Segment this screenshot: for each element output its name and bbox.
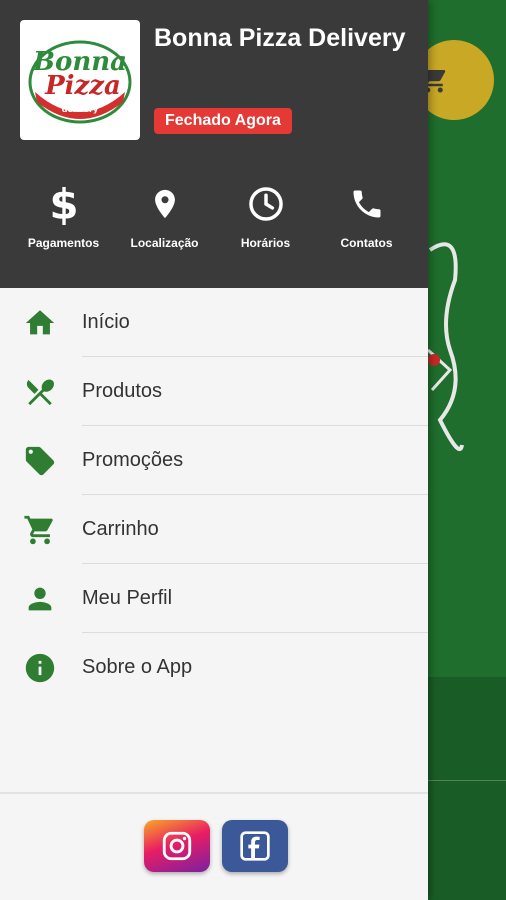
- status-badge: Fechado Agora: [154, 108, 292, 134]
- menu-item-produtos[interactable]: Produtos: [0, 357, 428, 426]
- info-icon: [22, 650, 58, 686]
- facebook-icon: [240, 831, 270, 861]
- clock-icon: [246, 180, 286, 228]
- home-icon: [22, 305, 58, 341]
- instagram-button[interactable]: [144, 820, 210, 872]
- store-logo: Bonna Pizza delivery: [20, 20, 140, 140]
- person-icon: [22, 581, 58, 617]
- quick-action-label: Pagamentos: [27, 236, 100, 250]
- background-divider: [428, 780, 506, 781]
- quick-action-horarios[interactable]: Horários: [215, 180, 316, 270]
- navigation-drawer: Bonna Pizza delivery Bonna Pizza Deliver…: [0, 0, 428, 900]
- drawer-menu: Início Produtos Promoções Carrinho Meu P…: [0, 288, 428, 702]
- menu-item-carrinho[interactable]: Carrinho: [0, 495, 428, 564]
- quick-action-label: Contatos: [340, 236, 393, 250]
- instagram-icon: [162, 831, 192, 861]
- quick-action-pagamentos[interactable]: $ Pagamentos: [13, 180, 114, 270]
- store-name: Bonna Pizza Delivery: [154, 24, 406, 52]
- tag-icon: [22, 443, 58, 479]
- menu-item-promocoes[interactable]: Promoções: [0, 426, 428, 495]
- bonna-pizza-logo: Bonna Pizza delivery: [28, 40, 132, 124]
- quick-action-label: Localização: [130, 236, 199, 250]
- menu-item-meu-perfil[interactable]: Meu Perfil: [0, 564, 428, 633]
- logo-text-middle: Pizza: [44, 71, 121, 101]
- drawer-header: Bonna Pizza delivery Bonna Pizza Deliver…: [0, 0, 428, 288]
- menu-item-label: Promoções: [82, 449, 184, 471]
- menu-item-label: Meu Perfil: [82, 587, 173, 609]
- location-pin-icon: [145, 180, 185, 228]
- menu-item-label: Início: [82, 311, 130, 333]
- quick-action-label: Horários: [240, 236, 291, 250]
- logo-text-bottom: delivery: [62, 105, 99, 114]
- utensils-icon: [22, 374, 58, 410]
- footer-divider: [0, 792, 428, 794]
- cart-icon: [22, 512, 58, 548]
- phone-icon: [347, 180, 387, 228]
- menu-item-inicio[interactable]: Início: [0, 288, 428, 357]
- pizza-sketch-illustration: [426, 242, 464, 452]
- social-links: [0, 820, 428, 872]
- quick-action-localizacao[interactable]: Localização: [114, 180, 215, 270]
- facebook-button[interactable]: [222, 820, 288, 872]
- menu-item-label: Sobre o App: [82, 656, 193, 678]
- menu-item-sobre-o-app[interactable]: Sobre o App: [0, 633, 428, 702]
- svg-text:$: $: [49, 183, 78, 225]
- dollar-icon: $: [44, 180, 84, 228]
- menu-item-label: Carrinho: [82, 518, 159, 540]
- menu-item-label: Produtos: [82, 380, 163, 402]
- quick-actions: $ Pagamentos Localização Horários Contat…: [0, 180, 428, 270]
- quick-action-contatos[interactable]: Contatos: [316, 180, 417, 270]
